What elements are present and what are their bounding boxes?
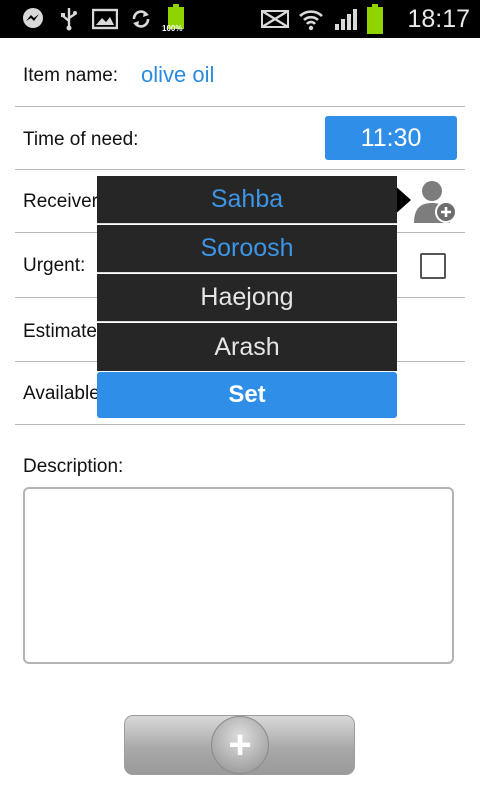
receiver-picker-popup: Sahba Soroosh Haejong Arash Set	[97, 176, 397, 419]
time-of-need-row: Time of need: 11:30	[15, 107, 465, 170]
signal-icon	[333, 7, 359, 31]
estimate-label: Estimate:	[23, 321, 103, 342]
wifi-icon	[297, 7, 325, 31]
messenger-icon	[20, 7, 46, 31]
status-bar: 100% 18:17	[0, 0, 480, 38]
item-name-value[interactable]: olive oil	[141, 62, 214, 88]
urgent-label: Urgent:	[23, 255, 86, 276]
set-button[interactable]: Set	[97, 372, 397, 418]
sync-icon	[128, 7, 154, 31]
item-name-row: Item name: olive oil	[15, 38, 465, 107]
item-name-label: Item name:	[23, 65, 119, 86]
urgent-checkbox[interactable]	[420, 253, 446, 279]
battery-icon	[365, 4, 385, 34]
description-textarea[interactable]	[23, 487, 454, 664]
plus-icon[interactable]: +	[211, 716, 269, 774]
receiver-label: Receiver:	[23, 191, 104, 212]
available-label: Available:	[23, 383, 106, 404]
picker-item[interactable]: Soroosh	[97, 225, 397, 273]
battery-percent-label: 100%	[162, 24, 183, 33]
time-of-need-label: Time of need:	[23, 129, 139, 150]
picker-item[interactable]: Haejong	[97, 274, 397, 322]
gallery-icon	[91, 7, 119, 31]
picker-item[interactable]: Arash	[97, 323, 397, 371]
status-time: 18:17	[407, 5, 470, 33]
usb-icon	[58, 7, 80, 31]
time-picker-button[interactable]: 11:30	[325, 116, 457, 160]
picker-item[interactable]: Sahba	[97, 176, 397, 224]
mute-icon	[258, 7, 292, 31]
description-label: Description:	[23, 456, 124, 477]
add-person-icon[interactable]	[408, 177, 460, 227]
